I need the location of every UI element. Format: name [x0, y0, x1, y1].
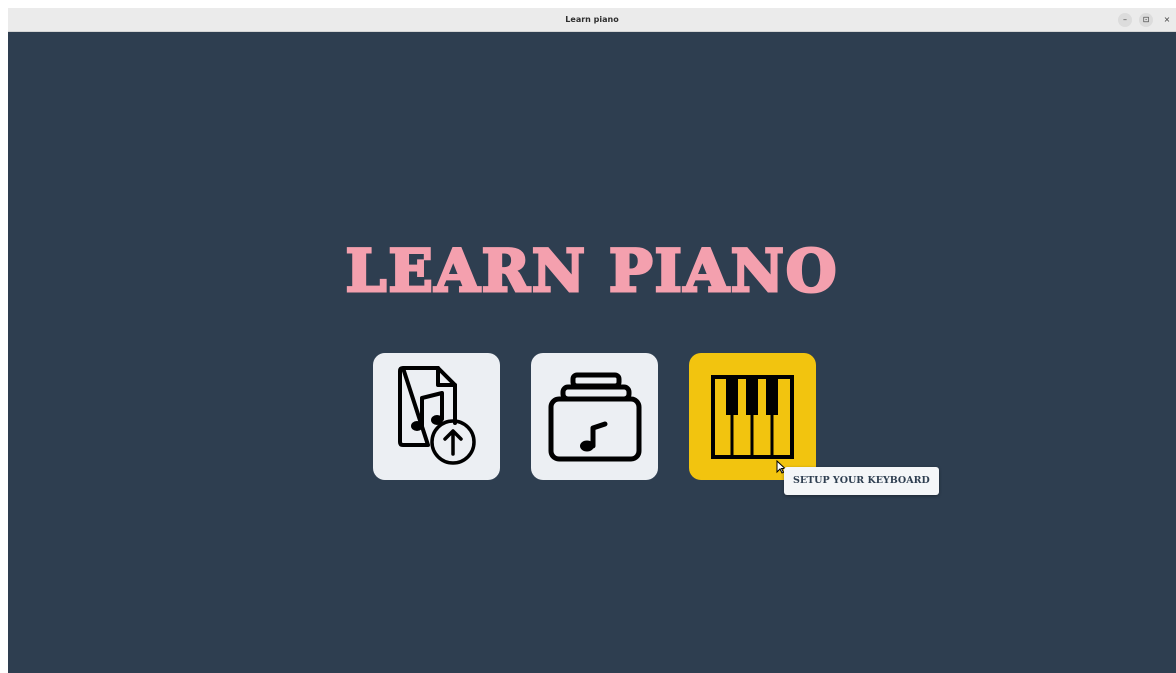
piano-keys-icon — [711, 375, 794, 459]
setup-keyboard-button[interactable] — [689, 353, 816, 480]
window-titlebar[interactable]: Learn piano – ⊡ × — [8, 8, 1176, 32]
music-folder-icon — [548, 372, 642, 462]
close-button[interactable]: × — [1160, 13, 1174, 27]
upload-song-button[interactable] — [373, 353, 500, 480]
app-content: LEARN PIANO SETUP YOUR KEYBOARD — [8, 32, 1176, 673]
tooltip: SETUP YOUR KEYBOARD — [784, 467, 939, 495]
minimize-button[interactable]: – — [1118, 13, 1132, 27]
app-title: LEARN PIANO — [344, 236, 839, 307]
window-left-edge — [0, 0, 8, 673]
maximize-button[interactable]: ⊡ — [1139, 13, 1153, 27]
music-file-upload-icon — [398, 366, 476, 465]
window-title: Learn piano — [565, 15, 619, 24]
song-library-button[interactable] — [531, 353, 658, 480]
